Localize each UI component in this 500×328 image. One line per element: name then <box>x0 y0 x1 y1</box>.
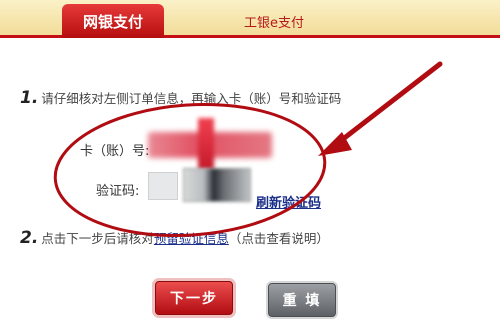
tab-online-banking-pay[interactable]: 网银支付 <box>62 4 164 38</box>
step-1-text: 请仔细核对左侧订单信息，再输入卡（账）号和验证码 <box>41 91 342 106</box>
step-1-instruction: 1. 请仔细核对左侧订单信息，再输入卡（账）号和验证码 <box>20 88 341 108</box>
tab-bar: 网银支付 工银e支付 <box>0 0 500 38</box>
step-2-instruction: 2. 点击下一步后请核对预留验证信息（点击查看说明） <box>20 228 329 248</box>
verification-code-label: 验证码: <box>96 184 140 199</box>
step-2-number: 2. <box>20 228 39 248</box>
step-2-text-after: （点击查看说明） <box>228 231 329 246</box>
step-2-text-before: 点击下一步后请核对 <box>41 231 154 246</box>
next-step-button[interactable]: 下一步 <box>155 281 233 315</box>
verification-code-input[interactable] <box>148 172 178 200</box>
step-1-number: 1. <box>20 88 39 108</box>
refresh-captcha-link[interactable]: 刷新验证码 <box>256 192 321 211</box>
card-number-label: 卡（账）号: <box>80 144 150 159</box>
reserved-verification-info-link[interactable]: 预留验证信息 <box>154 231 229 246</box>
reset-button[interactable]: 重 填 <box>268 283 336 317</box>
card-number-redaction <box>198 118 214 170</box>
captcha-image <box>183 168 251 202</box>
arrow-icon <box>318 61 443 156</box>
annotation-overlay <box>53 61 443 238</box>
tab-icbc-e-pay[interactable]: 工银e支付 <box>224 10 324 32</box>
